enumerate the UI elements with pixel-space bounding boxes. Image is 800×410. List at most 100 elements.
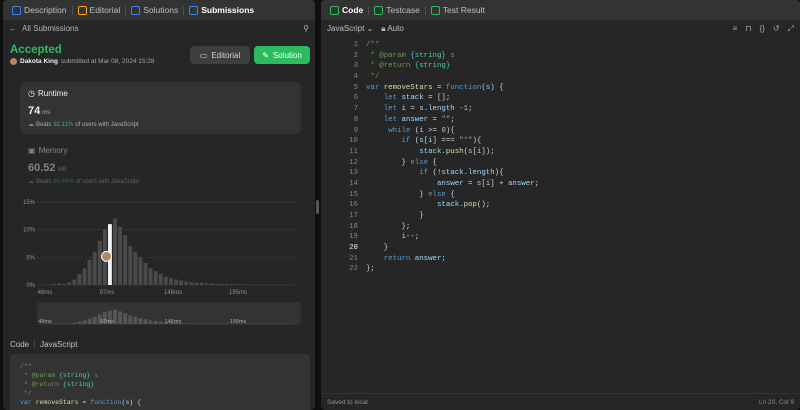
code-line[interactable]: 2 * @param {string} s (321, 51, 800, 62)
code-line[interactable]: 18 }; (321, 222, 800, 233)
code-editor[interactable]: 1/** 2 * @param {string} s3 * @return {st… (321, 40, 800, 275)
runtime-distribution-chart[interactable]: 15%10%5%0%48ms 97ms 146ms 195ms48ms 97ms 146m… (3, 195, 315, 335)
runtime-bar[interactable] (199, 282, 204, 285)
runtime-bar[interactable] (255, 284, 260, 285)
code-line[interactable]: 12 } else { (321, 158, 800, 169)
runtime-bar[interactable] (285, 284, 290, 286)
runtime-bar[interactable] (62, 283, 67, 285)
code-line[interactable]: 13 if (! stack. length){ (321, 168, 800, 179)
runtime-bar[interactable] (158, 273, 163, 285)
expand-icon[interactable]: ⤢ (788, 24, 794, 34)
runtime-bar[interactable] (47, 284, 51, 285)
code-line[interactable]: 8 let answer = ""; (321, 115, 800, 126)
code-line[interactable]: 6 let stack = []; (321, 93, 800, 104)
code-line[interactable]: 20 } (321, 243, 800, 254)
runtime-bar[interactable] (260, 284, 265, 286)
runtime-bar[interactable] (174, 279, 178, 285)
runtime-bar[interactable] (245, 284, 250, 285)
code-line[interactable]: 9 while (i >= 0){ (321, 126, 800, 137)
runtime-bar[interactable] (224, 283, 229, 285)
author-name[interactable]: Dakota King (20, 58, 58, 65)
runtime-bar[interactable] (265, 284, 270, 286)
runtime-bar[interactable] (118, 226, 123, 285)
left_tabs-tab-3[interactable]: Submissions (184, 0, 259, 20)
share-icon[interactable]: ⚲ (303, 24, 309, 33)
code-preview[interactable]: /** * @param {string} s * @return {strin… (10, 354, 310, 410)
code-line[interactable]: /** (20, 362, 300, 371)
code-line[interactable]: * @param {string} s (20, 371, 300, 380)
code-line[interactable]: 4 */ (321, 72, 800, 83)
runtime-bar[interactable] (113, 218, 117, 285)
right_tabs-tab-1[interactable]: Testcase (369, 0, 425, 20)
code-line[interactable]: 5 var removeStars = function(s) { (321, 83, 800, 94)
panel-resize-handle[interactable] (316, 200, 319, 214)
runtime-bar[interactable] (270, 284, 275, 286)
bookmark-icon[interactable]: ⊓ (745, 24, 751, 33)
auto-mode[interactable]: 🔒︎ Auto (381, 24, 404, 34)
runtime-bar[interactable] (179, 280, 184, 285)
code-line[interactable]: */ (20, 389, 300, 398)
your-submission-avatar[interactable] (101, 250, 113, 262)
code-line[interactable]: * @return {string} (20, 380, 300, 389)
runtime-bar[interactable] (138, 257, 143, 285)
runtime-bar[interactable] (169, 278, 173, 285)
runtime-bar[interactable] (143, 262, 148, 285)
reset-icon[interactable]: ↺ (773, 24, 780, 33)
code-line[interactable]: 7 let i = s. length -1; (321, 104, 800, 115)
runtime-bar[interactable] (123, 235, 128, 285)
runtime-bar[interactable] (52, 283, 56, 285)
runtime-bar[interactable] (57, 283, 62, 285)
runtime-bar[interactable] (204, 283, 209, 285)
all-submissions-link[interactable]: ← All Submissions (9, 24, 78, 33)
runtime-bar[interactable] (209, 283, 214, 285)
runtime-bar[interactable] (280, 284, 285, 286)
runtime-bar[interactable] (240, 284, 245, 285)
braces-icon[interactable]: {} (760, 24, 765, 33)
memory-card[interactable]: ▣ Memory 60.52 MB ☁ Beats 80.48% of users… (20, 142, 301, 192)
runtime-bar[interactable] (219, 283, 224, 285)
runtime-bar[interactable] (87, 260, 92, 285)
code-line[interactable]: 3 * @return {string} (321, 61, 800, 72)
runtime-bar[interactable] (67, 282, 72, 285)
code-line[interactable]: 21 return answer; (321, 254, 800, 265)
code-line[interactable]: 14 answer = s[i] + answer; (321, 179, 800, 190)
right_tabs-tab-2[interactable]: Test Result (426, 0, 490, 20)
runtime-bar[interactable] (214, 283, 219, 285)
runtime-bar[interactable] (235, 284, 239, 285)
runtime-bar[interactable] (189, 282, 194, 285)
runtime-bar[interactable] (92, 251, 97, 285)
code-line[interactable]: 10 if (s[i] === "*"){ (321, 136, 800, 147)
code-line[interactable]: 16 stack. pop (); (321, 200, 800, 211)
runtime-bar[interactable] (230, 284, 234, 285)
runtime-bar[interactable] (133, 251, 138, 285)
runtime-bar[interactable] (97, 240, 102, 285)
runtime-card[interactable]: ◷ Runtime 74 ms ☁ Beats 92.11% of users w… (20, 82, 301, 134)
format-icon[interactable]: ≡ (733, 24, 738, 33)
left_tabs-tab-1[interactable]: Editorial (73, 0, 126, 20)
code-line[interactable]: 11 stack. push(s[i]); (321, 147, 800, 158)
runtime-bar[interactable] (77, 273, 82, 285)
code-line[interactable]: 22}; (321, 264, 800, 275)
runtime-bar[interactable] (275, 284, 280, 286)
runtime-bar[interactable] (148, 268, 153, 285)
code-line[interactable]: 19 i --; (321, 232, 800, 243)
left_tabs-tab-0[interactable]: Description (7, 0, 72, 20)
runtime-bar[interactable] (128, 246, 133, 285)
runtime-bar[interactable] (250, 284, 255, 285)
code-line[interactable]: 17 } (321, 211, 800, 222)
runtime-bar[interactable] (194, 282, 199, 285)
code-line[interactable]: 15 } else { (321, 190, 800, 201)
runtime-bar[interactable] (153, 271, 158, 285)
runtime-bar[interactable] (163, 276, 168, 285)
runtime-bar[interactable] (184, 281, 189, 285)
avatar[interactable] (10, 58, 17, 65)
code-line[interactable]: 1 /** (321, 40, 800, 51)
runtime-bar[interactable] (72, 279, 77, 285)
right_tabs-tab-0[interactable]: Code (325, 0, 368, 20)
left_tabs-tab-2[interactable]: Solutions (126, 0, 183, 20)
language-select[interactable]: JavaScript ⌄ (327, 24, 373, 33)
editorial-button[interactable]: ▭ Editorial (190, 46, 250, 64)
runtime-bar[interactable] (82, 268, 87, 285)
code-line[interactable]: var removeStars = function(s) { (20, 398, 300, 407)
solution-button[interactable]: ✎ Solution (254, 46, 310, 64)
